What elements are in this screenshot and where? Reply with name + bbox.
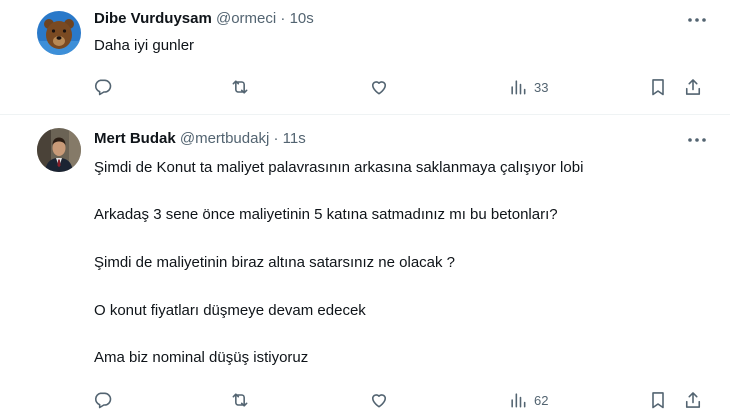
retweet-icon	[232, 80, 248, 94]
tweet-text-line: O konut fiyatları düşmeye devam edecek	[94, 302, 366, 319]
views-icon	[511, 393, 526, 408]
retweet-icon	[232, 393, 248, 407]
like-icon	[371, 81, 387, 95]
more-icon[interactable]	[686, 11, 708, 29]
tweet-text-line: Şimdi de maliyetinin biraz altına satars…	[94, 254, 456, 271]
views-button[interactable]: 62	[508, 390, 548, 410]
tweet[interactable]: Dibe Vurduysam @ormeci · 10s Daha iyi gu…	[0, 0, 730, 113]
retweet-button[interactable]	[230, 77, 250, 97]
more-icon[interactable]	[686, 131, 708, 149]
views-count: 62	[534, 392, 549, 408]
views-button[interactable]: 33	[508, 77, 548, 97]
like-button[interactable]	[369, 77, 389, 97]
bear-avatar-image	[37, 11, 81, 55]
views-icon	[511, 80, 526, 95]
tweet-text-line: Daha iyi gunler	[94, 37, 195, 54]
tweet-header: Dibe Vurduysam @ormeci · 10s	[94, 10, 314, 27]
share-button[interactable]	[683, 390, 703, 410]
separator-dot: ·	[273, 130, 279, 147]
like-icon	[371, 394, 387, 408]
display-name[interactable]: Dibe Vurduysam	[94, 10, 212, 27]
like-button[interactable]	[369, 390, 389, 410]
separator-dot: ·	[280, 10, 286, 27]
reply-icon	[94, 392, 112, 409]
share-icon	[685, 79, 701, 95]
person-avatar-image	[37, 128, 81, 172]
share-icon	[685, 392, 701, 408]
display-name[interactable]: Mert Budak	[94, 130, 176, 147]
reply-button[interactable]	[93, 77, 113, 97]
reply-button[interactable]	[93, 390, 113, 410]
tweet-actions: 33	[0, 77, 730, 99]
tweet-text-line: Arkadaş 3 sene önce maliyetinin 5 katına…	[94, 206, 558, 223]
views-count: 33	[534, 79, 549, 95]
timestamp[interactable]: 10s	[290, 10, 314, 27]
tweet-text: Daha iyi gunler	[94, 36, 194, 56]
avatar[interactable]	[37, 11, 81, 55]
handle[interactable]: @mertbudakj	[180, 130, 269, 147]
avatar[interactable]	[37, 128, 81, 172]
tweet-text-line: Şimdi de Konut ta maliyet palavrasının a…	[94, 159, 584, 176]
bookmark-icon	[652, 392, 664, 409]
tweet-header: Mert Budak @mertbudakj · 11s	[94, 130, 306, 147]
share-button[interactable]	[683, 77, 703, 97]
handle[interactable]: @ormeci	[216, 10, 276, 27]
reply-icon	[94, 79, 112, 96]
tweet-text-line: Ama biz nominal düşüş istiyoruz	[94, 349, 309, 366]
bookmark-button[interactable]	[648, 390, 668, 410]
timestamp[interactable]: 11s	[283, 130, 306, 147]
bookmark-icon	[652, 79, 664, 96]
bookmark-button[interactable]	[648, 77, 668, 97]
tweet[interactable]: Mert Budak @mertbudakj · 11s Şimdi de Ko…	[0, 115, 730, 420]
tweet-actions: 62	[0, 390, 730, 412]
retweet-button[interactable]	[230, 390, 250, 410]
